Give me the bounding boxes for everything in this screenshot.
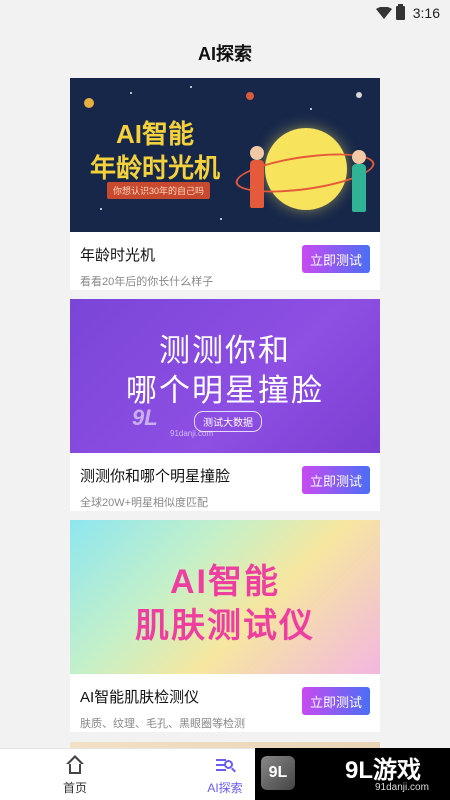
card-info: 测测你和哪个明星撞脸 全球20W+明星相似度匹配 立即测试 [70, 453, 380, 511]
person-illustration [250, 160, 264, 208]
banner-skin-test[interactable]: AI智能 肌肤测试仪 [70, 520, 380, 674]
banner-line2: 年龄时光机 [90, 153, 221, 183]
planet-decoration [356, 92, 362, 98]
watermark-badge: 9L [261, 756, 295, 790]
card-age-machine[interactable]: AI智能 年龄时光机 你想认识30年的自己吗 年龄时光机 看看20年后的你长什么… [70, 78, 380, 290]
watermark-overlay: 9L 9L游戏 91danji.com [255, 748, 450, 800]
wifi-icon [375, 7, 392, 19]
banner-line1: AI智能 [170, 563, 280, 601]
star-decoration [220, 218, 222, 220]
card-description: 肤质、纹理、毛孔、黑眼圈等检测 [80, 718, 245, 730]
card-info: AI智能肌肤检测仪 肤质、纹理、毛孔、黑眼圈等检测 立即测试 [70, 674, 380, 732]
status-bar: 3:16 [0, 0, 450, 26]
banner-line1: 测测你和 [159, 333, 291, 368]
watermark-logo: 9L [132, 405, 158, 430]
star-decoration [310, 108, 312, 110]
watermark-url: 91danji.com [375, 782, 429, 793]
star-decoration [190, 86, 192, 88]
tab-ai-explore[interactable]: AI探索 [195, 755, 255, 796]
card-description: 看看20年后的你长什么样子 [80, 276, 214, 288]
tab-label: AI探索 [207, 781, 243, 795]
star-decoration [100, 208, 102, 210]
planet-decoration [246, 92, 254, 100]
person-illustration [250, 146, 264, 160]
banner-line1: AI智能 [116, 119, 195, 149]
banner-celebrity-match[interactable]: 测测你和 哪个明星撞脸 9L 91danji.com 测试大数据 [70, 299, 380, 453]
card-info: 年龄时光机 看看20年后的你长什么样子 立即测试 [70, 232, 380, 290]
page-title: AI探索 [198, 44, 252, 64]
ai-search-icon [215, 755, 236, 775]
tab-home[interactable]: 首页 [45, 755, 105, 796]
star-decoration [130, 92, 132, 94]
card-celebrity-match[interactable]: 测测你和 哪个明星撞脸 9L 91danji.com 测试大数据 测测你和哪个明… [70, 299, 380, 511]
banner-age-machine[interactable]: AI智能 年龄时光机 你想认识30年的自己吗 [70, 78, 380, 232]
banner-line2: 哪个明星撞脸 [126, 373, 324, 408]
test-now-button[interactable]: 立即测试 [302, 687, 370, 715]
person-illustration [352, 164, 366, 212]
home-icon [65, 755, 85, 775]
tab-label: 首页 [62, 781, 87, 795]
banner-tag: 你想认识30年的自己吗 [107, 182, 211, 199]
banner-line2: 肌肤测试仪 [135, 607, 315, 645]
banner-tag: 测试大数据 [194, 411, 262, 432]
watermark-brand: 9L游戏 [345, 757, 422, 784]
planet-decoration [84, 98, 94, 108]
test-now-button[interactable]: 立即测试 [302, 466, 370, 494]
battery-icon [395, 4, 405, 20]
status-time: 3:16 [412, 5, 440, 21]
test-now-button[interactable]: 立即测试 [302, 245, 370, 273]
card-description: 全球20W+明星相似度匹配 [80, 497, 209, 509]
person-illustration [352, 150, 366, 164]
card-skin-test[interactable]: AI智能 肌肤测试仪 AI智能肌肤检测仪 肤质、纹理、毛孔、黑眼圈等检测 立即测… [70, 520, 380, 732]
